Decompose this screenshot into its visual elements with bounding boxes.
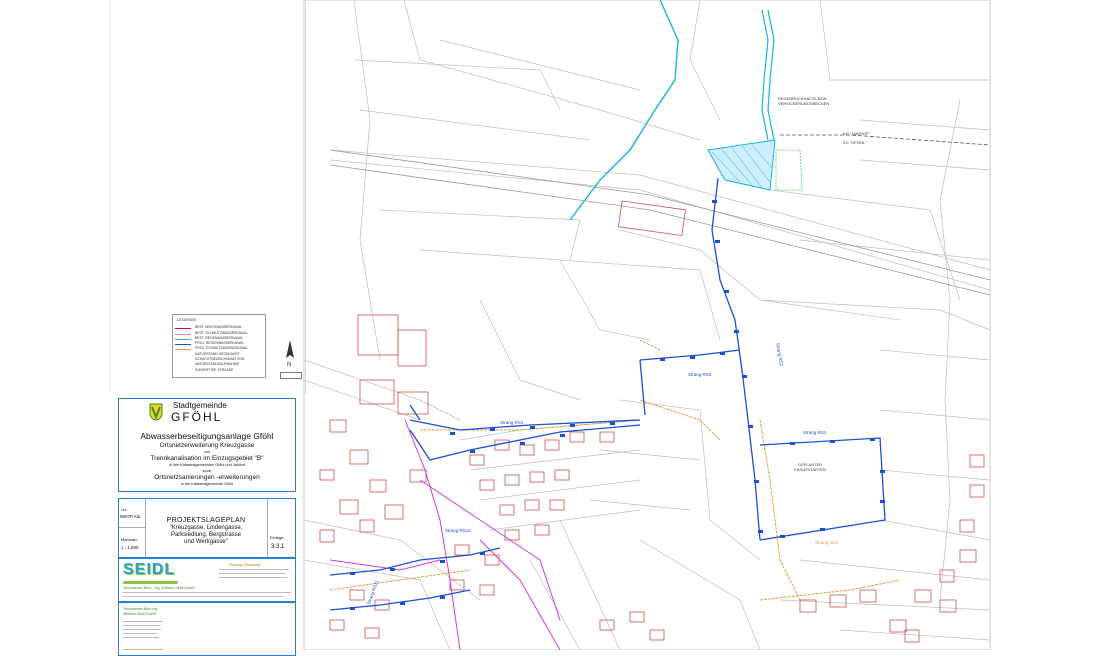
legend-row: SCHACHTBEZEICHNUNG VON <box>195 357 245 361</box>
einlage-value: 3.3.1 <box>271 544 285 550</box>
gz-label: Gz.: <box>121 507 129 512</box>
legend-row: ZUKÜNFTIGE STRASSE <box>195 368 234 372</box>
legend-row: BEST. MISCHWASSERKANAL <box>195 325 242 329</box>
subtitle-2-note: in den Katastralgemeinden Gföhl und Jaid… <box>169 463 245 467</box>
legend-row: BEST. SCHMUTZWASSERKANAL <box>195 331 248 335</box>
proposed-stormwater <box>329 177 886 611</box>
company-desc: Planung / Beratung <box>229 563 260 567</box>
gz-value: 9807P.Ala <box>120 514 141 519</box>
legend-title: LEGENDE <box>177 317 197 322</box>
subtitle-3: Ortsnetzsanierungen -erweiterungen <box>154 474 260 481</box>
kg-gfoehl-label: KG "GFÖHL" <box>843 140 867 145</box>
retention-label: REGENRÜCKHALTE-BZW. VERSICKERUNGSBECKEN <box>778 96 830 106</box>
einlage-label: Einlage: <box>270 535 285 540</box>
north-arrow-graphic <box>286 340 294 358</box>
plan-sub-3: und Werkgasse" <box>184 539 228 545</box>
strang-sd1-label: Strang SD1 <box>815 540 839 545</box>
parcel-lines <box>303 0 991 650</box>
legend-row: NATURSTANDSAUFNAHME <box>195 362 239 366</box>
plan-sheet: REGENRÜCKHALTE-BZW. VERSICKERUNGSBECKEN … <box>0 0 1100 656</box>
strang-rs1-label: Strang RS1 <box>803 430 827 435</box>
legend: LEGENDE BEST. MISCHWASSERKANAL BEST. SCH… <box>172 314 266 378</box>
main-road <box>329 149 991 296</box>
subtitle-2: Trennkanalisation im Einzugsgebiet "B" <box>150 455 264 462</box>
company-detail: Technisches Büro - Ing. Wilhelm Seidl Gm… <box>123 586 195 590</box>
legend-row: PROJ. REGENWASSERKANAL <box>195 341 244 345</box>
title-block-plan: Gz.: 9807P.Ala Maßstab: 1 : 1.000 PROJEK… <box>118 498 296 558</box>
title-block-company: SEIDL Planung / Beratung Technisches Bür… <box>118 558 296 602</box>
company-swoosh <box>123 581 178 584</box>
project-title: Abwasserbeseitigungsanlage Gföhl <box>140 431 274 441</box>
und-1: und <box>204 450 210 454</box>
kindergarten-label: GEPLANTER KINDERGARTEN <box>794 462 826 472</box>
municipality-prefix: Stadtgemeinde <box>173 401 227 410</box>
legend-row: BEST. REGENWASSERKANAL <box>195 336 244 340</box>
title-block-footer: Technisches Büro Ing. Wilhelm Seidl GmbH <box>118 602 296 656</box>
municipality-name: GFÖHL <box>171 410 223 424</box>
existing-sewer <box>329 419 561 650</box>
crest-icon <box>149 403 163 421</box>
scale-label: Maßstab: <box>121 537 138 542</box>
north-label: N <box>287 362 292 368</box>
subtitle-1: Ortsnetzerweiterung Kreuzgasse <box>159 442 255 449</box>
scale-value: 1 : 1.000 <box>121 545 139 550</box>
retention-basin <box>707 139 803 191</box>
strang-rs4-label: Strang RS4 <box>500 420 524 425</box>
firm-footer: Technisches Büro Ing. Wilhelm Seidl GmbH <box>123 607 159 616</box>
kg-jaidhof-label: KG "JAIDHOF" <box>843 131 870 136</box>
sowie: sowie <box>202 469 212 473</box>
legend-row: NATURSTAND GEGEKAERT <box>195 352 240 356</box>
title-block-header: Stadtgemeinde GFÖHL Abwasserbeseitigungs… <box>118 398 296 492</box>
plan-sub-1: "Kreuzgasse, Lindengasse, <box>169 525 243 531</box>
company-logo: SEIDL <box>123 561 176 578</box>
strang-rs12-label: Strang RS12 <box>445 528 471 533</box>
plan-title: PROJEKTSLAGEPLAN <box>166 517 246 524</box>
strang-rs3-label: Strang RS3 <box>688 372 712 377</box>
north-box <box>280 372 302 379</box>
plan-sub-2: Parksiedlung, Bergstrasse <box>170 532 242 538</box>
legend-row: PROJ. SCHMUTZWASSERKANAL <box>195 346 249 350</box>
subtitle-3-note: in der Katastralgemeinde Gföhl <box>180 482 234 486</box>
